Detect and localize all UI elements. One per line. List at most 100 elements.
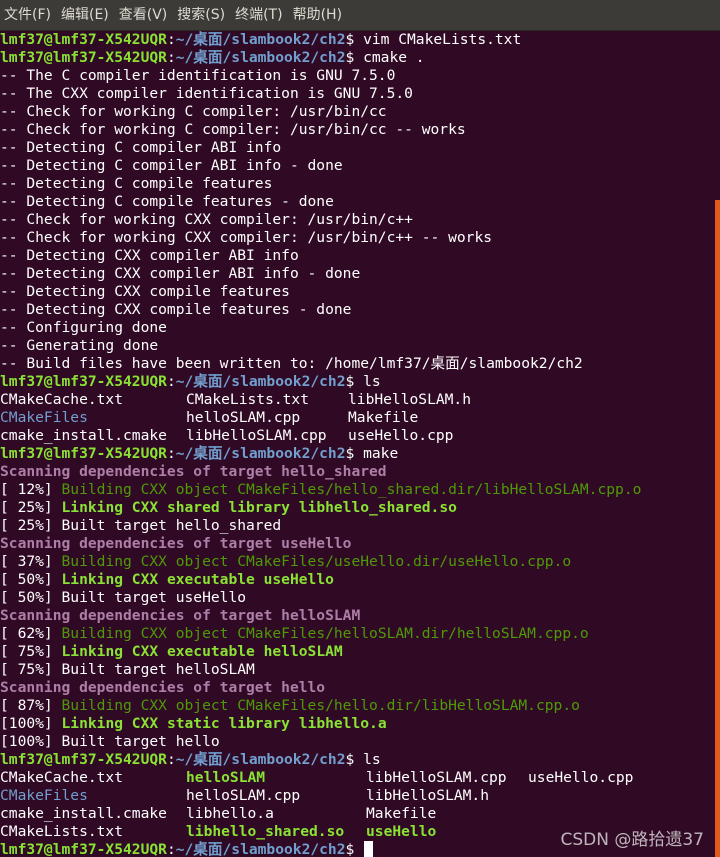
terminal-line: -- Build files have been written to: /ho… <box>0 355 710 373</box>
prompt-symbol: $ <box>345 445 364 462</box>
command-text: vim CMakeLists.txt <box>363 31 522 48</box>
terminal-line: [ 25%] Linking CXX shared library libhel… <box>0 499 710 517</box>
edit-menu[interactable]: 编辑(E) <box>57 0 115 31</box>
terminal-line: cmake_install.cmake libHelloSLAM.cpp useHe… <box>0 427 710 445</box>
output-segment: Linking CXX shared library libhello_shar… <box>61 499 457 516</box>
text-cursor <box>364 841 374 857</box>
output-text: -- Detecting C compile features <box>0 175 273 192</box>
prompt-user: lmf37@lmf37-X542UQR <box>0 751 167 768</box>
ls-entry: useHello.cpp <box>348 427 454 444</box>
ls-entry: cmake_install.cmake <box>0 805 167 822</box>
prompt-separator: : <box>166 841 176 857</box>
ls-entry: cmake_install.cmake <box>0 427 167 444</box>
prompt-path: ~/桌面/slambook2/ch2 <box>175 751 346 768</box>
terminal-line: [ 37%] Building CXX object CMakeFiles/us… <box>0 553 710 571</box>
ls-entry: helloSLAM.cpp <box>186 409 301 426</box>
output-segment: Linking CXX static library libhello.a <box>61 715 387 732</box>
terminal-line: -- Check for working CXX compiler: /usr/… <box>0 229 710 247</box>
terminal-line: lmf37@lmf37-X542UQR: ~/桌面/slambook2/ch2 $ … <box>0 31 710 49</box>
prompt-user: lmf37@lmf37-X542UQR <box>0 841 167 857</box>
prompt-user: lmf37@lmf37-X542UQR <box>0 49 167 66</box>
output-segment: [100%] Built target hello <box>0 733 220 750</box>
output-text: -- Detecting CXX compiler ABI info - don… <box>0 265 361 282</box>
terminal-line: [ 25%] Built target hello_shared <box>0 517 710 535</box>
output-segment: [ 12%] <box>0 481 62 498</box>
prompt-user: lmf37@lmf37-X542UQR <box>0 373 167 390</box>
ls-entry: helloSLAM.cpp <box>186 787 301 804</box>
output-segment: Scanning dependencies of target hello <box>0 679 326 696</box>
command-text: cmake . <box>363 49 425 66</box>
terminal-line: CMakeFiles helloSLAM.cpp Makefile <box>0 409 710 427</box>
ls-entry <box>528 805 668 823</box>
output-segment: Linking CXX executable useHello <box>61 571 334 588</box>
terminal-line: lmf37@lmf37-X542UQR: ~/桌面/slambook2/ch2 $ … <box>0 373 710 391</box>
terminal-line: Scanning dependencies of target hello <box>0 679 710 697</box>
ls-entry: helloSLAM <box>186 769 266 786</box>
output-text: -- The C compiler identification is GNU … <box>0 67 396 84</box>
output-segment: [ 50%] <box>0 571 62 588</box>
ls-entry: CMakeLists.txt <box>0 823 124 840</box>
output-text: -- Build files have been written to: /ho… <box>0 355 583 372</box>
output-text: -- Generating done <box>0 337 159 354</box>
output-text: -- Check for working CXX compiler: /usr/… <box>0 229 493 246</box>
prompt-symbol: $ <box>345 841 364 857</box>
prompt-separator: : <box>166 751 176 768</box>
output-segment: [100%] <box>0 715 62 732</box>
terminal-menu[interactable]: 终端(T) <box>231 0 288 31</box>
prompt-separator: : <box>166 373 176 390</box>
prompt-user: lmf37@lmf37-X542UQR <box>0 31 167 48</box>
help-menu[interactable]: 帮助(H) <box>289 0 348 31</box>
output-segment: Linking CXX executable helloSLAM <box>61 643 343 660</box>
terminal-output[interactable]: lmf37@lmf37-X542UQR: ~/桌面/slambook2/ch2 $ … <box>0 31 710 857</box>
prompt-symbol: $ <box>345 751 364 768</box>
ls-entry: CMakeCache.txt <box>0 769 124 786</box>
output-segment: [ 62%] <box>0 625 62 642</box>
terminal-line: -- Check for working C compiler: /usr/bi… <box>0 121 710 139</box>
command-text: ls <box>363 751 381 768</box>
view-menu[interactable]: 查看(V) <box>115 0 174 31</box>
output-segment: [ 50%] Built target useHello <box>0 589 247 606</box>
terminal-line: -- Configuring done <box>0 319 710 337</box>
terminal-line: -- Detecting C compile features - done <box>0 193 710 211</box>
terminal-line: lmf37@lmf37-X542UQR: ~/桌面/slambook2/ch2 $ … <box>0 445 710 463</box>
output-segment: Building CXX object CMakeFiles/useHello.… <box>61 553 572 570</box>
output-segment: [ 75%] Built target helloSLAM <box>0 661 255 678</box>
terminal-line: -- Check for working CXX compiler: /usr/… <box>0 211 710 229</box>
output-segment: [ 25%] Built target hello_shared <box>0 517 282 534</box>
terminal-line: -- Detecting CXX compile features - done <box>0 301 710 319</box>
output-segment: [ 37%] <box>0 553 62 570</box>
ls-entry: CMakeFiles <box>0 409 88 426</box>
terminal-line: Scanning dependencies of target helloSLA… <box>0 607 710 625</box>
output-segment: [ 75%] <box>0 643 62 660</box>
scrollbar[interactable] <box>715 200 720 857</box>
output-text: -- Check for working C compiler: /usr/bi… <box>0 121 466 138</box>
terminal-line: lmf37@lmf37-X542UQR: ~/桌面/slambook2/ch2 $ … <box>0 751 710 769</box>
ls-entry <box>528 787 668 805</box>
terminal-line: -- Detecting C compile features <box>0 175 710 193</box>
file-menu[interactable]: 文件(F) <box>0 0 57 31</box>
output-segment: Scanning dependencies of target useHello <box>0 535 352 552</box>
output-segment: [ 87%] <box>0 697 62 714</box>
terminal-line: -- Check for working C compiler: /usr/bi… <box>0 103 710 121</box>
terminal-line: -- Detecting CXX compiler ABI info - don… <box>0 265 710 283</box>
output-segment: Building CXX object CMakeFiles/hello.dir… <box>61 697 580 714</box>
output-segment: Building CXX object CMakeFiles/helloSLAM… <box>61 625 589 642</box>
terminal-line: cmake_install.cmake libhello.a Makefile <box>0 805 710 823</box>
search-menu[interactable]: 搜索(S) <box>173 0 231 31</box>
terminal-line: CMakeCache.txt CMakeLists.txt libHelloSLAM… <box>0 391 710 409</box>
output-text: -- Detecting CXX compile features - done <box>0 301 352 318</box>
terminal-line: [ 50%] Built target useHello <box>0 589 710 607</box>
prompt-path: ~/桌面/slambook2/ch2 <box>175 373 346 390</box>
terminal-line: -- Detecting C compiler ABI info <box>0 139 710 157</box>
output-text: -- Check for working C compiler: /usr/bi… <box>0 103 387 120</box>
output-segment: Building CXX object CMakeFiles/hello_sha… <box>61 481 642 498</box>
terminal-line: Scanning dependencies of target hello_sh… <box>0 463 710 481</box>
prompt-separator: : <box>166 31 176 48</box>
prompt-path: ~/桌面/slambook2/ch2 <box>175 49 346 66</box>
ls-entry: libHelloSLAM.cpp <box>366 769 507 786</box>
prompt-user: lmf37@lmf37-X542UQR <box>0 445 167 462</box>
terminal-line: -- Detecting CXX compile features <box>0 283 710 301</box>
command-text: ls <box>363 373 381 390</box>
ls-entry: libhello.a <box>186 805 274 822</box>
ls-entry: useHello <box>366 823 437 840</box>
